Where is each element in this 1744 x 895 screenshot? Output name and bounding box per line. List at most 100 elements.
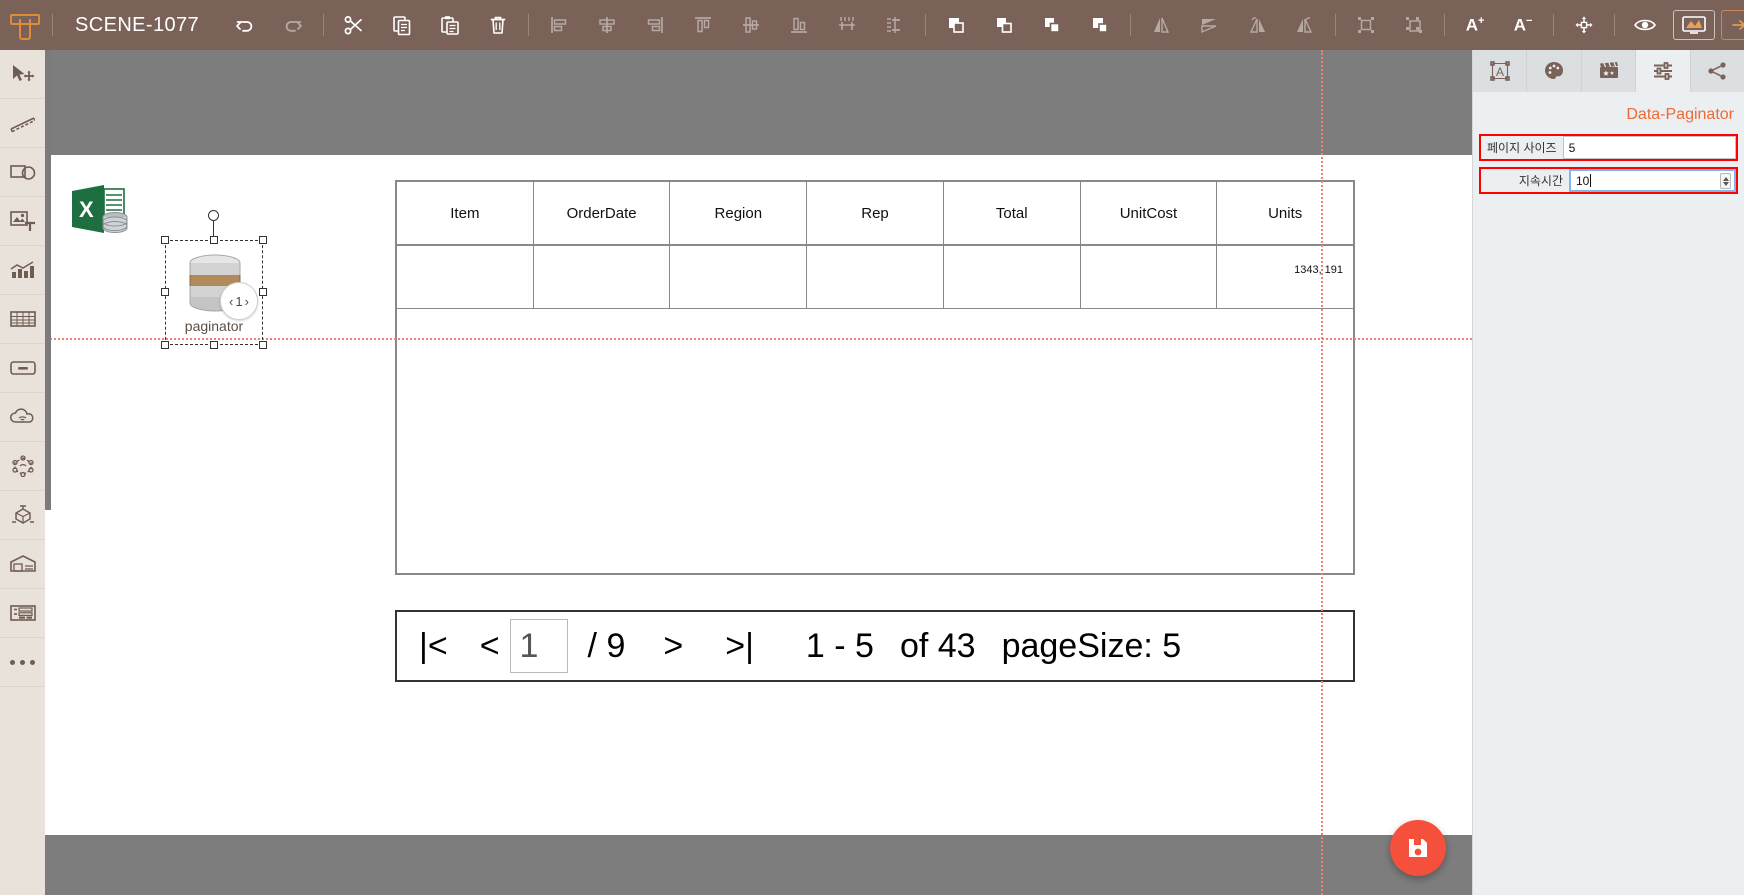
group-button[interactable] — [1342, 0, 1390, 50]
right-properties-panel: A Data-Paginator 페이지 사이즈 5 지속시간 10 — [1472, 50, 1744, 895]
bring-to-front-button[interactable] — [932, 0, 980, 50]
canvas-vertical-scrollbar[interactable] — [45, 50, 51, 510]
align-middle-button[interactable] — [727, 0, 775, 50]
tab-transform[interactable]: A — [1473, 50, 1528, 92]
flip-vertical-button[interactable] — [1185, 0, 1233, 50]
redo-button[interactable] — [269, 0, 317, 50]
rotate-left-button[interactable] — [1233, 0, 1281, 50]
sidebar-item-form[interactable] — [0, 589, 45, 638]
excel-data-source-icon[interactable]: X — [70, 183, 132, 239]
tab-share[interactable] — [1691, 50, 1744, 92]
align-center-button[interactable] — [583, 0, 631, 50]
sidebar-item-chart[interactable] — [0, 246, 45, 295]
save-fab-button[interactable] — [1390, 820, 1446, 876]
table-header-cell: Units — [1268, 204, 1303, 222]
pager-next-button[interactable]: > — [659, 627, 687, 666]
sidebar-item-select[interactable] — [0, 50, 45, 99]
undo-button[interactable] — [221, 0, 269, 50]
pager-of-label: of 43 — [899, 626, 976, 665]
badge-prev-arrow[interactable]: ‹ — [229, 294, 233, 309]
paginator-page-badge[interactable]: ‹ 1 › — [220, 282, 258, 320]
duration-field[interactable]: 지속시간 10 — [1479, 167, 1738, 194]
fit-to-screen-button[interactable] — [1560, 0, 1608, 50]
right-panel-title: Data-Paginator — [1626, 106, 1734, 123]
resize-handle-ne[interactable] — [259, 236, 267, 244]
warehouse-icon — [9, 555, 36, 572]
cloud-wifi-icon — [9, 408, 34, 423]
delete-button[interactable] — [474, 0, 522, 50]
resize-handle-w[interactable] — [161, 288, 169, 296]
align-bottom-button[interactable] — [775, 0, 823, 50]
sidebar-item-table[interactable] — [0, 295, 45, 344]
tab-properties[interactable] — [1636, 50, 1691, 92]
align-left-icon — [551, 17, 567, 33]
pager-page-input[interactable]: 1 — [509, 619, 568, 673]
toolbar-divider — [1130, 14, 1132, 36]
badge-next-arrow[interactable]: › — [245, 294, 249, 309]
paginator-bar[interactable]: |< < 1 / 9 > >| 1 - 5 of 43 pageSize: 5 — [395, 610, 1355, 682]
resize-handle-nw[interactable] — [161, 236, 169, 244]
send-to-back-button[interactable] — [1076, 0, 1124, 50]
page-size-field[interactable]: 페이지 사이즈 5 — [1479, 134, 1738, 161]
duration-value: 10 — [1576, 173, 1590, 188]
resize-handle-se[interactable] — [259, 341, 267, 349]
duration-spinner[interactable] — [1720, 173, 1731, 189]
resize-handle-n[interactable] — [210, 236, 218, 244]
table-cell-units: 1343, 191 — [1294, 264, 1344, 276]
table-cell-item — [397, 246, 534, 308]
font-decrease-button[interactable]: A− — [1499, 0, 1547, 50]
align-top-button[interactable] — [679, 0, 727, 50]
rotate-right-button[interactable] — [1281, 0, 1329, 50]
rotate-handle[interactable] — [208, 210, 219, 221]
paginator-node[interactable]: ‹ 1 › paginator — [161, 210, 267, 349]
sidebar-item-more[interactable] — [0, 638, 45, 687]
resize-handle-s[interactable] — [210, 341, 218, 349]
resize-handle-e[interactable] — [259, 288, 267, 296]
distribute-h-button[interactable] — [823, 0, 871, 50]
spinner-down-arrow-icon[interactable] — [1722, 181, 1729, 186]
pager-last-button[interactable]: >| — [721, 627, 758, 666]
copy-button[interactable] — [378, 0, 426, 50]
send-backward-button[interactable] — [1028, 0, 1076, 50]
sidebar-item-warehouse[interactable] — [0, 540, 45, 589]
data-table[interactable]: Item OrderDate Region Rep Total UnitCost… — [395, 180, 1355, 575]
ungroup-button[interactable] — [1390, 0, 1438, 50]
copy-icon — [393, 16, 411, 36]
sidebar-item-line[interactable] — [0, 99, 45, 148]
align-right-button[interactable] — [631, 0, 679, 50]
dashed-line-icon — [9, 117, 35, 133]
collapse-right-panel-button[interactable] — [1721, 10, 1744, 40]
spinner-up-arrow-icon[interactable] — [1722, 176, 1729, 181]
top-toolbar: SCENE-1077 A+ A− — [0, 0, 1744, 50]
sidebar-item-shapes[interactable] — [0, 148, 45, 197]
rotate-right-icon — [1297, 17, 1313, 33]
flip-horizontal-button[interactable] — [1137, 0, 1185, 50]
duration-input[interactable]: 10 — [1569, 169, 1736, 192]
canvas-area[interactable]: X ‹ 1 › paginator Item OrderDate Region … — [45, 50, 1472, 895]
app-logo[interactable] — [0, 0, 46, 50]
distribute-v-button[interactable] — [871, 0, 919, 50]
sidebar-item-media[interactable] — [0, 197, 45, 246]
align-left-button[interactable] — [535, 0, 583, 50]
sidebar-item-3d[interactable] — [0, 491, 45, 540]
sidebar-item-container[interactable] — [0, 344, 45, 393]
resize-handle-sw[interactable] — [161, 341, 169, 349]
pager-prev-button[interactable]: < — [476, 627, 504, 666]
font-increase-button[interactable]: A+ — [1451, 0, 1499, 50]
rotate-left-icon — [1249, 17, 1266, 33]
cut-button[interactable] — [330, 0, 378, 50]
fullscreen-button[interactable] — [1673, 10, 1716, 40]
flip-vertical-icon — [1201, 19, 1217, 34]
preview-button[interactable] — [1621, 0, 1669, 50]
tab-style[interactable] — [1527, 50, 1582, 92]
flip-horizontal-icon — [1154, 17, 1170, 33]
sidebar-item-network[interactable] — [0, 442, 45, 491]
table-row[interactable]: 1343, 191 — [397, 246, 1353, 309]
bring-forward-button[interactable] — [980, 0, 1028, 50]
toolbar-divider — [323, 14, 325, 36]
page-size-input[interactable]: 5 — [1562, 136, 1736, 159]
sidebar-item-cloud[interactable] — [0, 393, 45, 442]
paste-button[interactable] — [426, 0, 474, 50]
tab-animation[interactable] — [1582, 50, 1637, 92]
pager-first-button[interactable]: |< — [415, 627, 452, 666]
